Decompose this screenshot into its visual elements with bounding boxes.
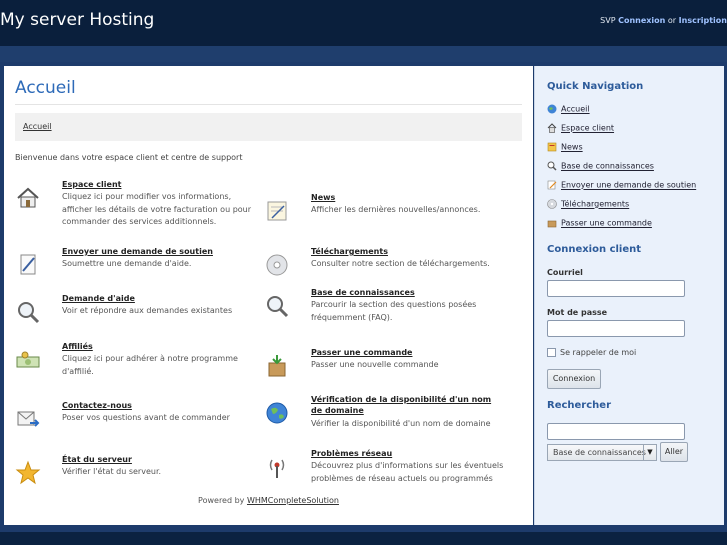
item-title[interactable]: Base de connaissances (311, 287, 501, 298)
item-title[interactable]: Passer une commande (311, 347, 501, 358)
item-desc: Vérifier la disponibilité d'un nom de do… (311, 419, 491, 428)
box-icon (268, 355, 286, 377)
item-desc: Soumettre une demande d'aide. (62, 259, 192, 268)
item-desc: Parcourir la section des questions posée… (311, 300, 477, 322)
sidebar: Quick Navigation Accueil Espace client N… (534, 66, 724, 525)
item-desc: Vérifier l'état du serveur. (62, 467, 162, 476)
magnifier-icon (18, 302, 40, 324)
remember-checkbox[interactable] (547, 348, 556, 357)
register-link[interactable]: Inscription (679, 16, 727, 25)
search-title: Rechercher (547, 400, 612, 411)
item-desc: Cliquez ici pour modifier vos informatio… (62, 192, 252, 226)
item-desc: Afficher les dernières nouvelles/annonce… (311, 205, 481, 214)
disc-icon (266, 254, 288, 276)
whmcs-link[interactable]: WHMCompleteSolution (247, 496, 339, 505)
item-desc: Cliquez ici pour adhérer à notre program… (62, 354, 238, 376)
site-title[interactable]: My server Hosting (0, 10, 154, 30)
item-title[interactable]: Contactez-nous (62, 400, 252, 411)
notepad-icon (267, 201, 287, 221)
globe-icon (266, 402, 288, 424)
breadcrumb-home-link[interactable]: Accueil (23, 122, 52, 131)
money-icon (16, 351, 40, 368)
login-link[interactable]: Connexion (618, 16, 665, 25)
item-title[interactable]: Espace client (62, 179, 252, 190)
search-go-button[interactable]: Aller (660, 442, 688, 462)
house-icon (547, 123, 557, 133)
item-desc: Voir et répondre aux demandes existantes (62, 306, 233, 315)
password-label: Mot de passe (547, 308, 608, 317)
news-icon (547, 142, 557, 152)
email-label: Courriel (547, 268, 583, 277)
welcome-text: Bienvenue dans votre espace client et ce… (15, 153, 243, 162)
pen-paper-icon (20, 254, 36, 275)
quicknav-news[interactable]: News (547, 142, 583, 152)
globe-icon (547, 104, 557, 114)
item-desc: Passer une nouvelle commande (311, 360, 439, 369)
item-title[interactable]: État du serveur (62, 454, 252, 465)
chevron-down-icon: ▼ (643, 445, 656, 460)
quicknav-espace-client[interactable]: Espace client (547, 123, 614, 133)
item-title[interactable]: News (311, 192, 501, 203)
bottom-bar (0, 532, 727, 545)
item-title[interactable]: Vérification de la disponibilité d'un no… (311, 394, 501, 416)
breadcrumb: Accueil (15, 113, 522, 141)
item-title[interactable]: Affiliés (62, 341, 252, 352)
item-title[interactable]: Envoyer une demande de soutien (62, 246, 252, 257)
top-header: My server Hosting SVP Connexion or Inscr… (0, 0, 727, 46)
password-field[interactable] (547, 320, 685, 337)
or-text: or (667, 16, 677, 25)
pen-paper-icon (547, 180, 557, 190)
quicknav-envoyer-demande[interactable]: Envoyer une demande de soutien (547, 180, 696, 190)
quicknav-accueil[interactable]: Accueil (547, 104, 590, 114)
account-prompt: SVP (600, 16, 616, 25)
star-icon (15, 460, 41, 485)
item-title[interactable]: Demande d'aide (62, 293, 252, 304)
quicknav-telechargements[interactable]: Téléchargements (547, 199, 629, 209)
box-icon (547, 220, 557, 228)
search-scope-select[interactable]: Base de connaissances ▼ (547, 444, 657, 461)
item-title[interactable]: Téléchargements (311, 246, 501, 257)
search-input[interactable] (547, 423, 685, 440)
quicknav-passer-commande[interactable]: Passer une commande (547, 218, 652, 228)
item-desc: Poser vos questions avant de commander (62, 413, 230, 422)
powered-by: Powered by WHMCompleteSolution (198, 496, 339, 505)
divider (15, 104, 522, 105)
antenna-icon (269, 459, 285, 478)
item-desc: Consulter notre section de téléchargemen… (311, 259, 490, 268)
remember-label: Se rappeler de moi (560, 348, 637, 357)
mail-arrow-icon (17, 411, 40, 427)
account-links: SVP Connexion or Inscription (600, 16, 727, 25)
house-icon (17, 187, 39, 208)
page-title: Accueil (15, 78, 76, 98)
login-title: Connexion client (547, 244, 642, 255)
disc-icon (547, 199, 557, 209)
email-field[interactable] (547, 280, 685, 297)
item-title[interactable]: Problèmes réseau (311, 448, 501, 459)
quicknav-base-connaissances[interactable]: Base de connaissances (547, 161, 654, 171)
item-desc: Découvrez plus d'informations sur les év… (311, 461, 504, 483)
quicknav-title: Quick Navigation (547, 81, 644, 92)
magnifier-icon (547, 161, 557, 171)
magnifier-icon (267, 296, 289, 318)
login-button[interactable]: Connexion (547, 369, 601, 389)
main-content: Accueil Accueil Bienvenue dans votre esp… (4, 66, 533, 525)
